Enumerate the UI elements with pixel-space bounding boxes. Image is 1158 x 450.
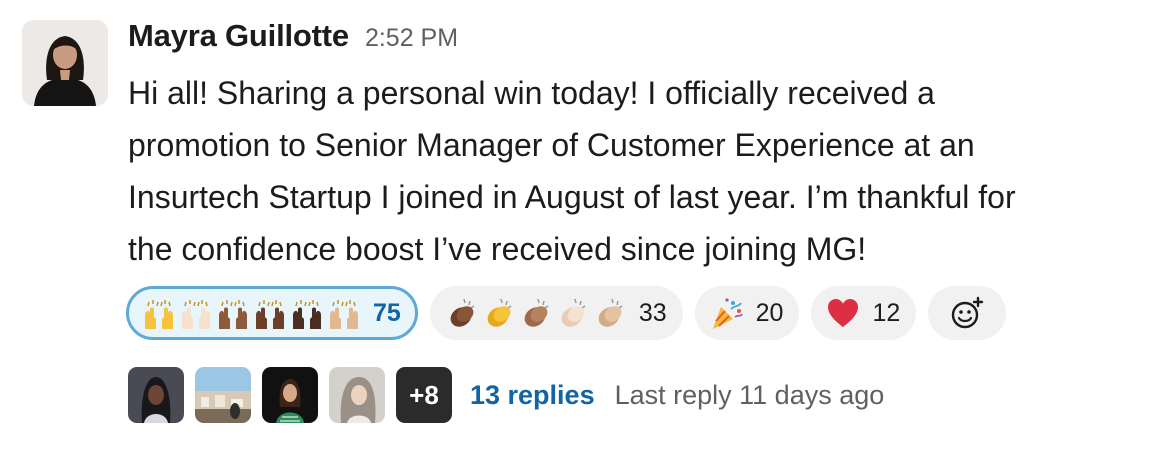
clap-yellow-icon: [487, 298, 512, 327]
reply-avatar[interactable]: [329, 367, 385, 423]
reaction-count: 20: [755, 298, 784, 327]
reaction-raised-hands[interactable]: 75: [126, 286, 418, 340]
message-line: promotion to Senior Manager of Customer …: [128, 127, 975, 163]
reaction-clap[interactable]: 33: [429, 286, 683, 340]
raised-hands-medium-dark-icon: [219, 300, 247, 329]
last-reply-time: Last reply 11 days ago: [614, 379, 885, 410]
reaction-count: 75: [373, 298, 401, 327]
clap-dark-icon: [450, 298, 475, 327]
red-heart-icon: [828, 299, 859, 327]
thread-summary[interactable]: +8 13 replies Last reply 11 days ago: [128, 367, 884, 423]
reaction-count: 33: [638, 298, 667, 327]
message-timestamp[interactable]: 2:52 PM: [365, 24, 458, 53]
reaction-heart[interactable]: 12: [811, 286, 917, 340]
more-repliers-badge[interactable]: +8: [396, 367, 452, 423]
raised-hands-yellow-icon: [145, 300, 173, 329]
message-line: Insurtech Startup I joined in August of …: [128, 179, 1016, 215]
party-popper-icon: [712, 298, 743, 329]
message-body: Hi all! Sharing a personal win today! I …: [128, 67, 1138, 275]
message-line: Hi all! Sharing a personal win today! I …: [128, 75, 935, 111]
add-reaction-button[interactable]: [928, 286, 1007, 340]
reaction-count: 12: [872, 298, 901, 327]
reply-avatar[interactable]: [128, 367, 184, 423]
clap-medium-icon: [524, 298, 549, 327]
reaction-tada[interactable]: 20: [694, 286, 800, 340]
reaction-bar: 75 33 20 12: [126, 286, 1018, 340]
raised-hands-dark-icon: [256, 300, 284, 329]
reaction-emoji-group: [141, 295, 363, 331]
reply-avatar[interactable]: [195, 367, 251, 423]
raised-hands-light-icon: [182, 300, 210, 329]
message-container: Mayra Guillotte 2:52 PM Hi all! Sharing …: [0, 0, 1158, 450]
author-name[interactable]: Mayra Guillotte: [128, 18, 349, 54]
reaction-emoji-group: [709, 295, 746, 331]
message-content: Mayra Guillotte 2:52 PM Hi all! Sharing …: [128, 18, 1138, 275]
message-header: Mayra Guillotte 2:52 PM: [128, 18, 1138, 62]
raised-hands-darkest-icon: [293, 300, 321, 329]
message-line: the confidence boost I’ve received since…: [128, 231, 867, 267]
reply-avatar[interactable]: [262, 367, 318, 423]
add-emoji-icon: [952, 296, 984, 329]
author-avatar[interactable]: [22, 20, 108, 106]
clap-medium-light-icon: [598, 298, 623, 327]
reaction-emoji-group: [444, 295, 629, 331]
raised-hands-medium-light-icon: [330, 300, 358, 329]
clap-light-icon: [561, 298, 586, 327]
replies-link[interactable]: 13 replies: [470, 380, 595, 411]
reaction-emoji-group: [825, 295, 862, 331]
